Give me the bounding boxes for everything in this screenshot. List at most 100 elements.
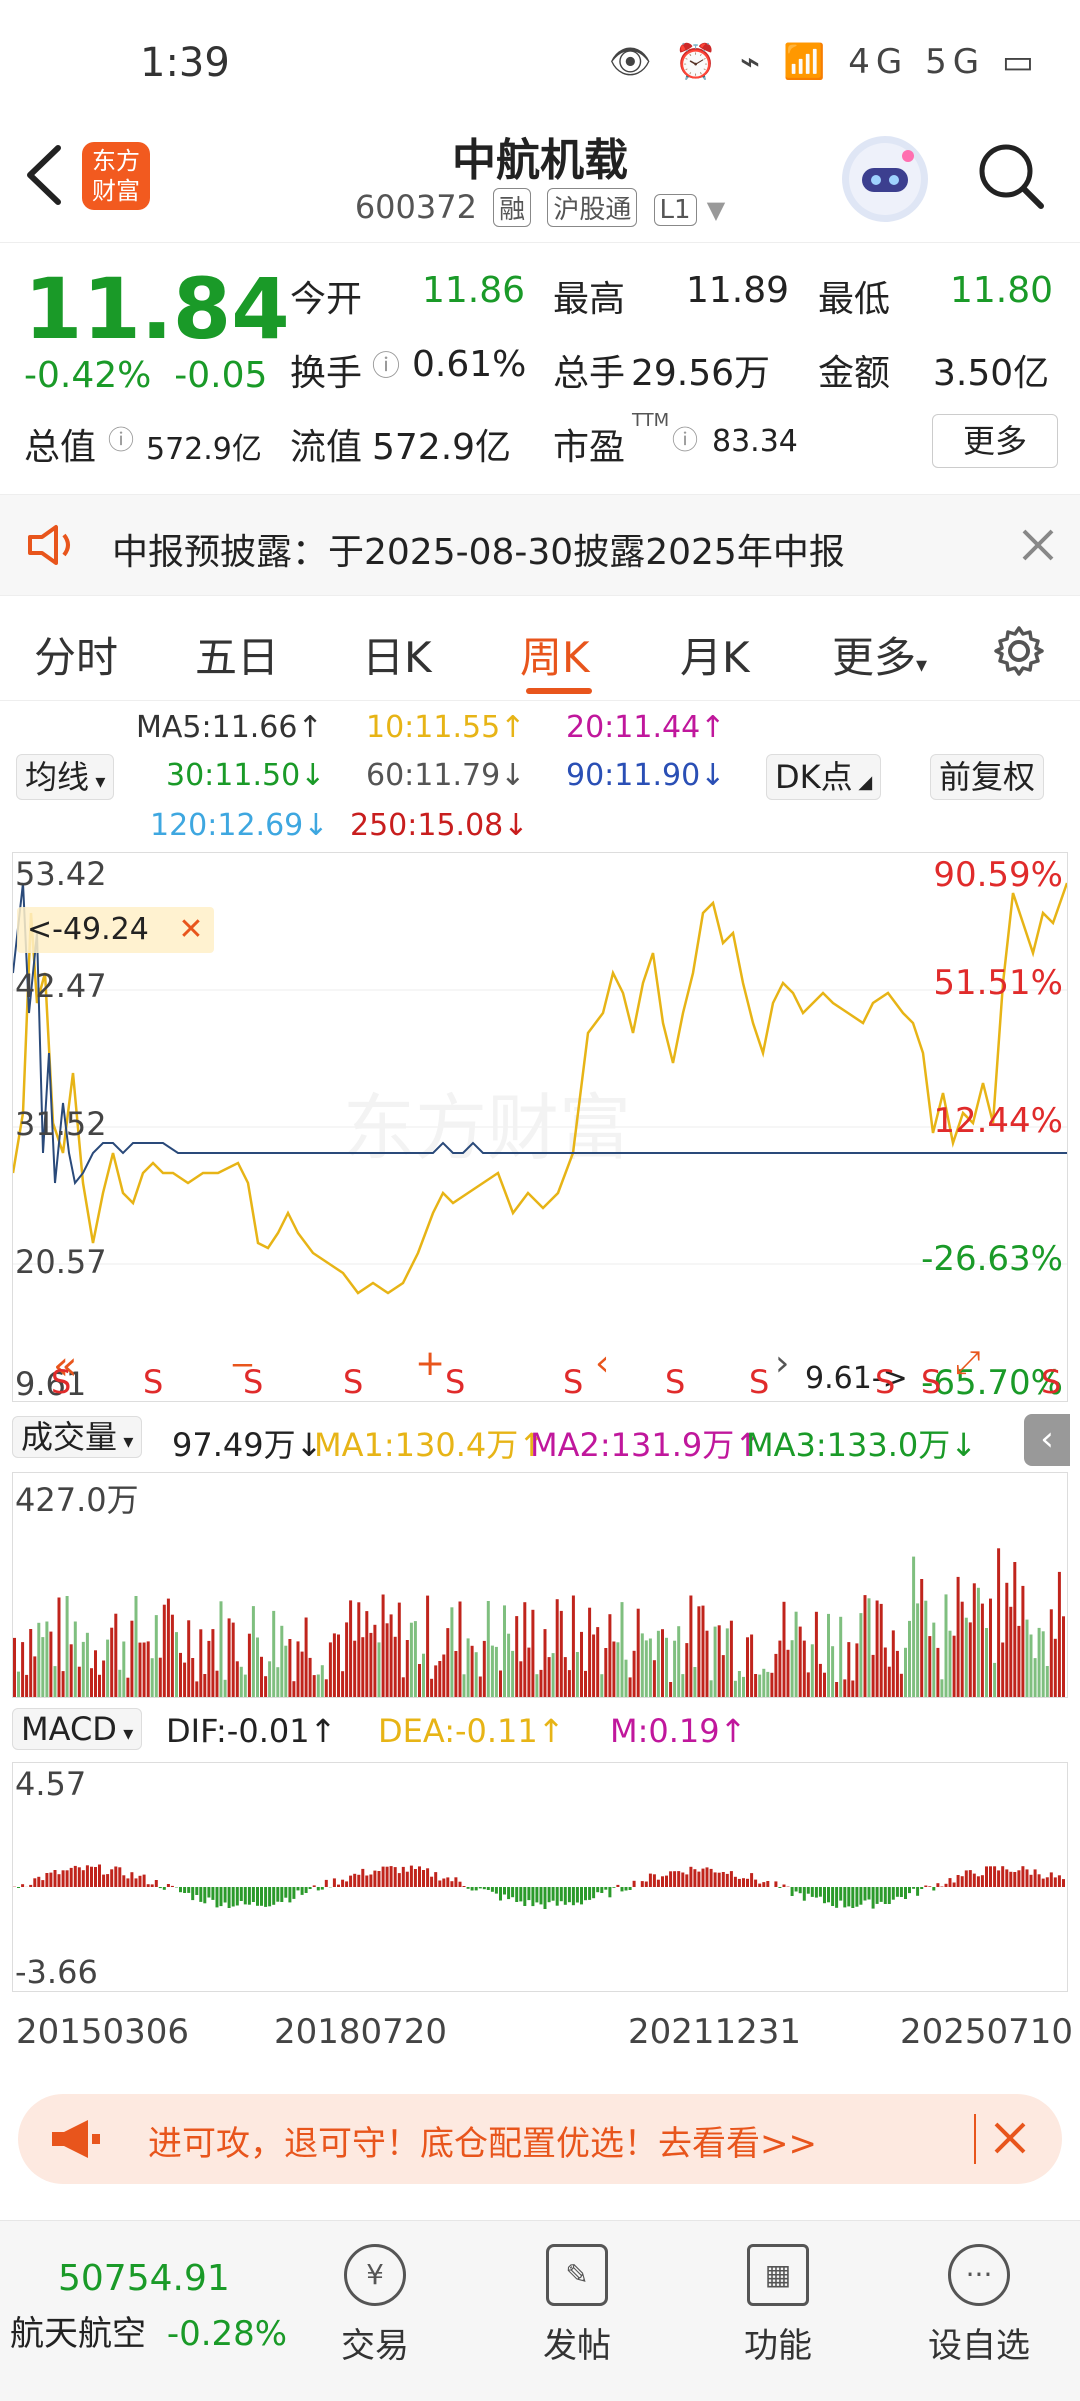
volume-bar bbox=[1009, 1607, 1012, 1697]
macd-bar bbox=[908, 1887, 911, 1893]
chevron-left-icon[interactable]: ‹ bbox=[595, 1343, 609, 1384]
tab-daily-k[interactable]: 日K bbox=[362, 624, 432, 685]
volume-bar bbox=[758, 1675, 761, 1697]
volume-bar bbox=[681, 1674, 684, 1697]
macd-bar bbox=[74, 1866, 77, 1887]
volume-bar bbox=[353, 1641, 356, 1697]
ma-select-button[interactable]: 均线 ▾ bbox=[16, 754, 114, 800]
macd-indicator-button[interactable]: MACD ▾ bbox=[12, 1708, 142, 1750]
macd-bar bbox=[1050, 1872, 1053, 1887]
volume-bar bbox=[637, 1609, 640, 1697]
macd-bar bbox=[973, 1874, 976, 1887]
volume-bar bbox=[564, 1657, 567, 1697]
notice-bar[interactable]: 中报预披露：于2025-08-30披露2025年中报 bbox=[0, 494, 1080, 596]
macd-bar bbox=[872, 1887, 875, 1909]
crosshair-icon[interactable]: + bbox=[415, 1343, 445, 1384]
search-icon[interactable] bbox=[975, 140, 1047, 212]
macd-bar bbox=[62, 1870, 65, 1887]
macd-chart[interactable]: 4.57 -3.66 bbox=[12, 1762, 1068, 1992]
volume-bar bbox=[240, 1667, 243, 1697]
promo-banner[interactable]: 进可攻，退可守！底仓配置优选！去看看>> bbox=[18, 2094, 1062, 2184]
chevron-right-icon[interactable]: › bbox=[775, 1343, 789, 1384]
macd-bar bbox=[997, 1870, 1000, 1887]
volume-bar bbox=[945, 1594, 948, 1697]
ma5-value: MA5:11.66↑ bbox=[136, 710, 323, 745]
expand-icon[interactable]: ⤢ bbox=[955, 1343, 981, 1382]
kline-chart[interactable]: 东方财富 53.42 42.47 31.52 20.57 9.61 90.59%… bbox=[12, 852, 1068, 1402]
macd-bar bbox=[714, 1872, 717, 1887]
collapse-arrow-icon[interactable]: ‹ bbox=[1024, 1414, 1070, 1466]
macd-bar bbox=[831, 1887, 834, 1906]
volume-bar bbox=[459, 1602, 462, 1698]
macd-bar bbox=[604, 1887, 607, 1890]
info-icon[interactable]: ⓘ bbox=[672, 420, 698, 457]
volume-bar bbox=[859, 1613, 862, 1697]
volume-bar bbox=[1038, 1628, 1041, 1697]
nav-functions[interactable]: ▦ 功能 bbox=[713, 2244, 843, 2367]
dk-point-button[interactable]: DK点 ◢ bbox=[766, 754, 881, 800]
volume-indicator-button[interactable]: 成交量 ▾ bbox=[12, 1416, 142, 1458]
macd-bar bbox=[544, 1887, 547, 1909]
volume-bar bbox=[823, 1673, 826, 1697]
macd-bar bbox=[418, 1866, 421, 1887]
info-icon[interactable]: ⓘ bbox=[372, 344, 400, 384]
volume-bar bbox=[843, 1679, 846, 1697]
volume-bar bbox=[365, 1611, 368, 1697]
robot-assistant-icon[interactable] bbox=[842, 136, 928, 222]
macd-bar bbox=[126, 1878, 129, 1887]
volume-bar bbox=[965, 1618, 968, 1697]
high-value: 11.89 bbox=[686, 270, 789, 311]
volume-bar bbox=[552, 1653, 555, 1697]
volume-bar bbox=[1030, 1635, 1033, 1698]
macd-bar bbox=[920, 1887, 923, 1889]
volume-bar bbox=[649, 1639, 652, 1698]
nav-trade[interactable]: ¥ 交易 bbox=[310, 2244, 440, 2367]
close-icon[interactable]: ✕ bbox=[178, 912, 203, 947]
tab-more[interactable]: 更多▾ bbox=[832, 624, 927, 685]
volume-chart[interactable]: 427.0万 bbox=[12, 1472, 1068, 1698]
macd-bar bbox=[1026, 1869, 1029, 1887]
info-icon[interactable]: ⓘ bbox=[108, 420, 134, 457]
macd-bar bbox=[641, 1881, 644, 1887]
y-label-2: 42.47 bbox=[15, 967, 107, 1005]
tab-five-day[interactable]: 五日 bbox=[195, 624, 279, 685]
volume-bar bbox=[126, 1678, 129, 1697]
macd-bar bbox=[280, 1887, 283, 1902]
macd-bar bbox=[179, 1887, 182, 1892]
tab-intraday[interactable]: 分时 bbox=[34, 624, 118, 685]
gear-icon[interactable] bbox=[992, 624, 1046, 678]
macd-bar bbox=[584, 1887, 587, 1900]
tab-weekly-k[interactable]: 周K bbox=[520, 624, 590, 685]
sector-name[interactable]: 航天航空 -0.28% bbox=[10, 2306, 287, 2355]
macd-bar bbox=[459, 1882, 462, 1887]
amount-label: 金额 bbox=[818, 344, 890, 396]
macd-bar bbox=[118, 1867, 121, 1887]
nav-post[interactable]: ✎ 发帖 bbox=[512, 2244, 642, 2367]
macd-bar bbox=[284, 1887, 287, 1898]
grid-icon: ▦ bbox=[747, 2244, 809, 2306]
tag-connect: 沪股通 bbox=[547, 188, 637, 227]
sector-index-value[interactable]: 50754.91 bbox=[58, 2258, 230, 2299]
volume-bar bbox=[1001, 1643, 1004, 1698]
close-icon[interactable] bbox=[1020, 527, 1056, 563]
volume-bar bbox=[1005, 1583, 1008, 1697]
ma10-value: 10:11.55↑ bbox=[366, 710, 525, 745]
macd-bar bbox=[823, 1887, 826, 1903]
macd-bar bbox=[750, 1873, 753, 1887]
macd-bar bbox=[738, 1879, 741, 1887]
macd-bar bbox=[70, 1868, 73, 1887]
macd-bar bbox=[268, 1887, 271, 1906]
nav-add-watchlist[interactable]: ··· 设自选 bbox=[914, 2244, 1044, 2367]
date-label-3: 20211231 bbox=[628, 2012, 801, 2052]
pct-label-top: 90.59% bbox=[933, 855, 1063, 895]
macd-top-label: 4.57 bbox=[15, 1765, 86, 1803]
volume-bar bbox=[66, 1596, 69, 1697]
macd-bar bbox=[487, 1887, 490, 1890]
measure-tooltip[interactable]: <-49.24 ✕ bbox=[17, 907, 214, 953]
macd-bar bbox=[685, 1874, 688, 1887]
tab-monthly-k[interactable]: 月K bbox=[680, 624, 750, 685]
close-icon[interactable] bbox=[992, 2120, 1028, 2156]
more-button[interactable]: 更多 bbox=[932, 414, 1058, 468]
adjust-button[interactable]: 前复权 bbox=[930, 754, 1044, 800]
volume-bar bbox=[13, 1638, 16, 1697]
